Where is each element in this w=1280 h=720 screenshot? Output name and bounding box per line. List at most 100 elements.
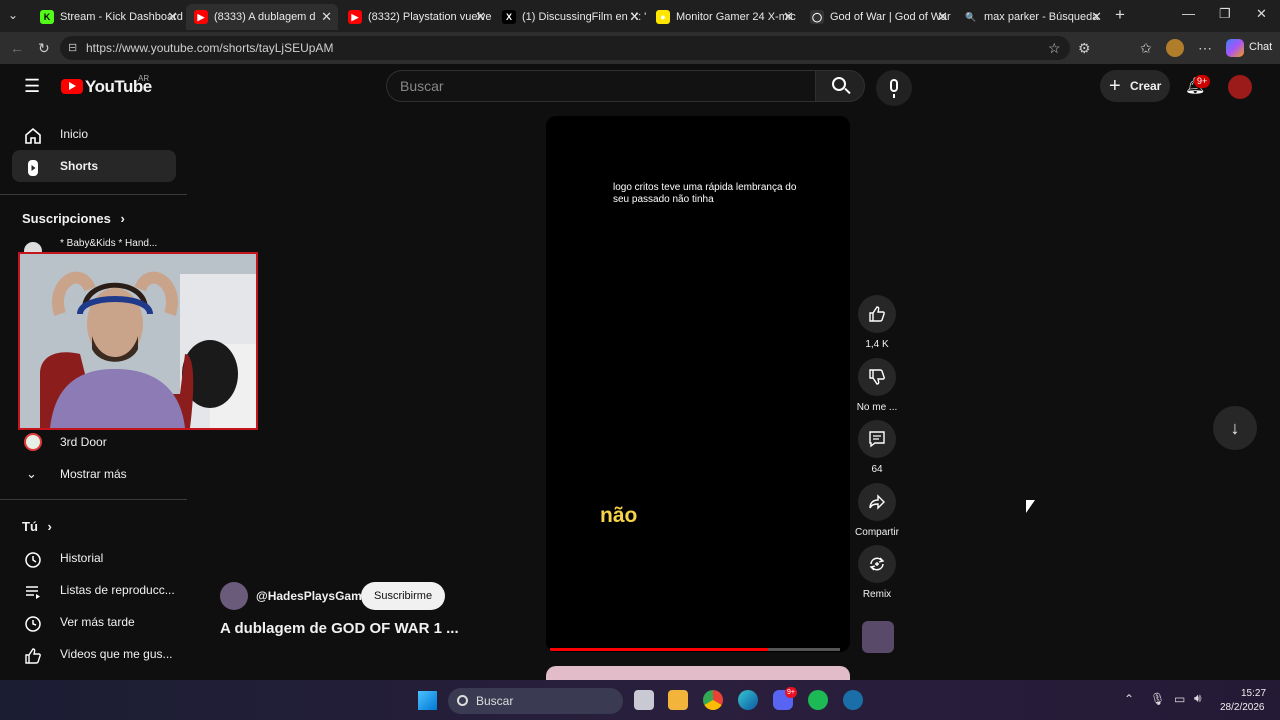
account-avatar[interactable] (1228, 75, 1252, 99)
close-tab-icon[interactable]: ✕ (167, 9, 178, 25)
thumbs-up-icon (869, 306, 885, 322)
remix-label: Remix (862, 589, 892, 600)
chevron-up-icon[interactable]: ⌃ (1124, 692, 1134, 706)
sidebar-sub-item[interactable]: 3rd Door (12, 426, 176, 458)
dislike-button[interactable] (858, 358, 896, 396)
subscriptions-label: Suscripciones (22, 211, 111, 226)
chevron-down-icon: ⌄ (26, 466, 37, 481)
chrome-icon[interactable] (703, 690, 723, 710)
like-button[interactable] (858, 295, 896, 333)
star-icon[interactable]: ☆ (1048, 40, 1061, 57)
sidebar-item-label: Shorts (60, 159, 99, 173)
tab-actions-icon[interactable]: ⌄ (8, 8, 18, 22)
tab-title: Stream - Kick Dashboard (60, 11, 183, 23)
channel-name[interactable]: @HadesPlaysGame (256, 589, 368, 603)
clock-date[interactable]: 28/2/2026 (1220, 702, 1265, 713)
subscriptions-heading[interactable]: Suscripciones › (22, 211, 125, 226)
browser-tab[interactable]: K Stream - Kick Dashboard ✕ (32, 4, 184, 30)
sidebar-item-historial[interactable]: Historial (12, 542, 176, 574)
sidebar-sub-item[interactable]: * Baby&Kids * Hand... (12, 234, 176, 254)
voice-search-button[interactable] (876, 70, 912, 106)
create-button[interactable]: + Crear (1100, 70, 1170, 102)
close-tab-icon[interactable]: ✕ (783, 9, 794, 25)
sidebar-item-inicio[interactable]: Inicio (12, 118, 176, 150)
tab-favicon-icon: K (40, 10, 54, 24)
history-icon (24, 549, 42, 568)
tab-title: Monitor Gamer 24 X-mic (676, 11, 796, 23)
tab-favicon-icon: ▶ (194, 10, 208, 24)
show-more-button[interactable]: ⌄ Mostrar más (12, 458, 176, 490)
address-bar-row: ← ↻ ⊟ https://www.youtube.com/shorts/tay… (0, 32, 1280, 64)
sidebar-item-shorts[interactable]: Shorts (12, 150, 176, 182)
close-tab-icon[interactable]: ✕ (629, 9, 640, 25)
divider (0, 194, 187, 195)
network-icon[interactable]: ▭ (1174, 692, 1185, 706)
plus-icon: + (1109, 75, 1121, 97)
play-triangle-icon (69, 82, 76, 90)
remix-button[interactable] (858, 545, 896, 583)
close-tab-icon[interactable]: ✕ (475, 9, 486, 25)
mic-icon[interactable]: 🎙︎ (1150, 692, 1165, 706)
sidebar-item-watch-later[interactable]: Ver más tarde (12, 606, 176, 638)
spotify-icon[interactable] (808, 690, 828, 710)
copilot-icon[interactable] (1226, 39, 1244, 57)
volume-icon[interactable]: 🔊︎ (1194, 691, 1202, 706)
chat-label[interactable]: Chat (1249, 41, 1272, 53)
close-tab-icon[interactable]: ✕ (321, 9, 332, 25)
back-icon[interactable]: ← (10, 40, 24, 56)
notification-badge: 9+ (1194, 75, 1211, 88)
search-icon-handle (844, 87, 851, 95)
profile-avatar[interactable] (1166, 39, 1184, 57)
site-info-icon[interactable]: ⊟ (68, 36, 77, 60)
home-icon (24, 125, 42, 144)
clock-time[interactable]: 15:27 (1241, 688, 1266, 699)
search-button[interactable] (815, 70, 865, 102)
comments-button[interactable] (858, 420, 896, 458)
shorts-video-player[interactable]: logo critos teve uma rápida lembrança do… (546, 116, 850, 652)
browser-tab[interactable]: ▶ (8332) Playstation vuelve ✕ (340, 4, 492, 30)
create-label: Crear (1130, 79, 1162, 93)
discord-badge: 9+ (785, 687, 797, 698)
comment-icon (869, 431, 885, 448)
subscribe-button[interactable]: Suscribirme (361, 582, 446, 610)
windows-start-icon[interactable] (418, 691, 437, 710)
next-short-button[interactable]: ↓ (1213, 406, 1257, 450)
restore-button[interactable]: ❐ (1219, 6, 1231, 22)
close-window-button[interactable]: ✕ (1256, 6, 1267, 22)
browser-tab[interactable]: 🔍 max parker - Búsqueda ✕ (956, 4, 1108, 30)
browser-tab[interactable]: ▶ (8333) A dublagem d ✕ (186, 4, 338, 30)
file-explorer-icon[interactable] (668, 690, 688, 710)
short-title[interactable]: A dublagem de GOD OF WAR 1 ... (220, 620, 459, 637)
chevron-right-icon: › (120, 211, 125, 226)
browser-tab[interactable]: X (1) DiscussingFilm en X: " ✕ (494, 4, 646, 30)
favorites-icon[interactable]: ✩ (1140, 40, 1152, 57)
close-tab-icon[interactable]: ✕ (1091, 9, 1102, 25)
steam-icon[interactable] (843, 690, 863, 710)
reload-icon[interactable]: ↻ (38, 40, 50, 57)
task-view-icon[interactable] (634, 690, 654, 710)
new-tab-button[interactable]: + (1115, 5, 1125, 25)
browser-tab[interactable]: ● Monitor Gamer 24 X-mic ✕ (648, 4, 800, 30)
tab-favicon-icon: ● (656, 10, 670, 24)
video-caption-text: logo critos teve uma rápida lembrança do… (613, 182, 797, 205)
sound-thumbnail[interactable] (862, 621, 894, 653)
share-button[interactable] (858, 483, 896, 521)
edge-icon[interactable] (738, 690, 758, 710)
tab-favicon-icon: ◯ (810, 10, 824, 24)
hamburger-menu-icon[interactable]: ☰ (24, 76, 40, 97)
search-input[interactable]: Buscar (386, 70, 816, 102)
taskbar-search[interactable]: Buscar (448, 688, 623, 714)
channel-avatar[interactable] (220, 582, 248, 610)
share-icon (869, 494, 885, 510)
you-heading[interactable]: Tú › (22, 519, 52, 534)
extensions-icon[interactable]: ⚙ (1078, 40, 1091, 57)
video-progress-bar[interactable] (550, 648, 840, 651)
sidebar-item-playlists[interactable]: Listas de reproducc... (12, 574, 176, 606)
sidebar-item-liked-videos[interactable]: Videos que me gus... (12, 638, 176, 670)
sidebar-item-label: Videos que me gus... (60, 647, 173, 661)
close-tab-icon[interactable]: ✕ (937, 9, 948, 25)
url-field[interactable]: ⊟ https://www.youtube.com/shorts/tayLjSE… (60, 36, 1070, 60)
more-icon[interactable]: ⋯ (1198, 40, 1212, 57)
browser-tab[interactable]: ◯ God of War | God of War ✕ (802, 4, 954, 30)
minimize-button[interactable]: — (1182, 6, 1195, 21)
